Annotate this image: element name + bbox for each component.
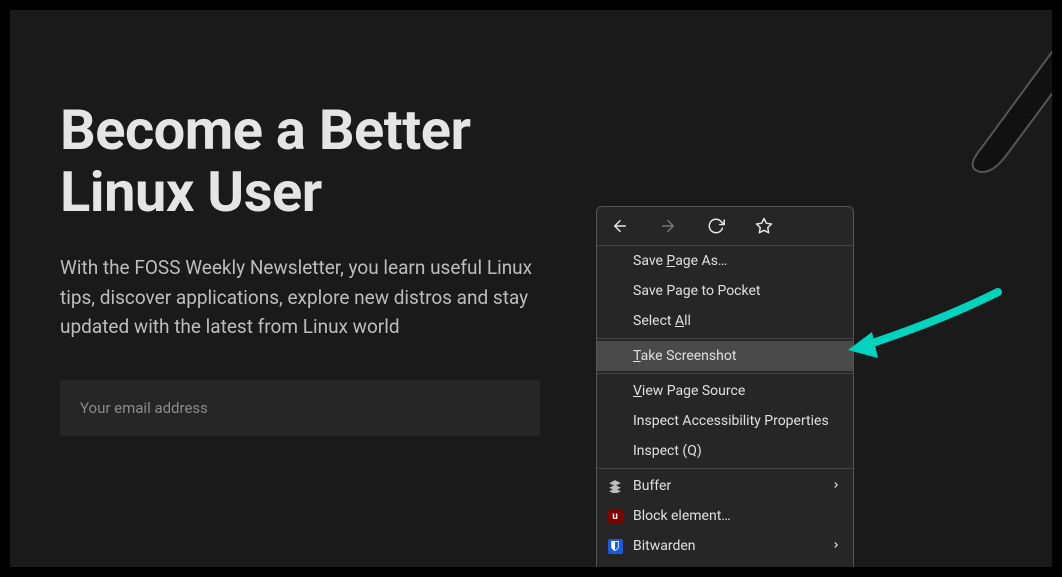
back-icon[interactable] — [611, 217, 629, 235]
menu-label: Save Page As… — [633, 253, 727, 269]
menu-separator — [597, 373, 853, 374]
forward-icon — [659, 217, 677, 235]
menu-search[interactable]: P Search — [597, 561, 853, 567]
menu-label: Take Screenshot — [633, 348, 736, 364]
menu-label: Inspect Accessibility Properties — [633, 413, 829, 429]
menu-bitwarden[interactable]: Bitwarden — [597, 531, 853, 561]
menu-label: Buffer — [633, 478, 671, 494]
menu-separator — [597, 468, 853, 469]
page-subtitle: With the FOSS Weekly Newsletter, you lea… — [60, 253, 550, 341]
menu-label: View Page Source — [633, 383, 745, 399]
menu-separator — [597, 338, 853, 339]
buffer-icon — [607, 478, 623, 494]
menu-inspect[interactable]: Inspect (Q) — [597, 436, 853, 466]
context-menu-nav-row — [597, 207, 853, 246]
menu-inspect-accessibility[interactable]: Inspect Accessibility Properties — [597, 406, 853, 436]
ublock-icon: u — [607, 508, 623, 524]
hero-section: Become a Better Linux User With the FOSS… — [10, 10, 610, 436]
menu-view-page-source[interactable]: View Page Source — [597, 376, 853, 406]
menu-label: Inspect (Q) — [633, 443, 702, 459]
context-menu: Save Page As… Save Page to Pocket Select… — [596, 206, 854, 567]
bookmark-icon[interactable] — [755, 217, 773, 235]
menu-save-page-as[interactable]: Save Page As… — [597, 246, 853, 276]
chevron-right-icon — [831, 478, 841, 494]
menu-label: Select All — [633, 313, 691, 329]
reload-icon[interactable] — [707, 217, 725, 235]
bitwarden-icon — [607, 538, 623, 554]
menu-label: Block element… — [633, 508, 731, 524]
menu-label: Save Page to Pocket — [633, 283, 760, 299]
chevron-right-icon — [831, 538, 841, 554]
menu-label: Bitwarden — [633, 538, 696, 554]
menu-select-all[interactable]: Select All — [597, 306, 853, 336]
page-background: Become a Better Linux User With the FOSS… — [10, 10, 1052, 567]
email-input[interactable]: Your email address — [60, 380, 540, 436]
menu-save-to-pocket[interactable]: Save Page to Pocket — [597, 276, 853, 306]
annotation-arrow — [838, 282, 1008, 362]
page-title: Become a Better Linux User — [60, 100, 560, 223]
decorative-pen-graphic — [897, 33, 1052, 207]
menu-take-screenshot[interactable]: Take Screenshot — [597, 341, 853, 371]
menu-buffer[interactable]: Buffer — [597, 471, 853, 501]
menu-block-element[interactable]: u Block element… — [597, 501, 853, 531]
